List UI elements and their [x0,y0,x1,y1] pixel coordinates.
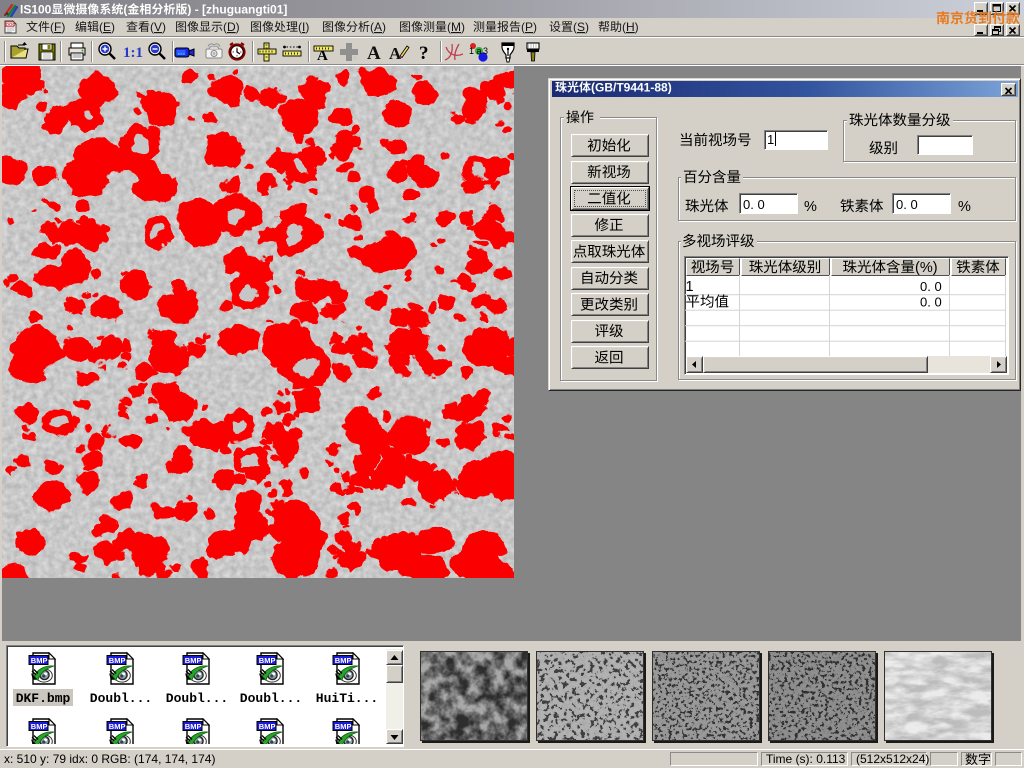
svg-text:BMP: BMP [31,656,48,665]
svg-text:BMP: BMP [335,722,352,731]
svg-text:BMP: BMP [335,656,352,665]
svg-text:1: 1 [469,46,474,56]
svg-text:A: A [367,43,381,63]
svg-text:A: A [389,44,402,63]
svg-text:?: ? [419,43,429,63]
svg-text:BMP: BMP [185,722,202,731]
svg-text:BMP: BMP [31,722,48,731]
svg-text:BMP: BMP [259,656,276,665]
svg-text:3: 3 [483,46,488,56]
svg-text:BMP: BMP [109,722,126,731]
svg-text:BMP: BMP [259,722,276,731]
svg-text:1:1: 1:1 [123,45,143,61]
svg-text:BMP: BMP [185,656,202,665]
svg-text:DOC: DOC [6,22,15,27]
svg-text:a: a [477,46,482,56]
svg-text:BMP: BMP [109,656,126,665]
